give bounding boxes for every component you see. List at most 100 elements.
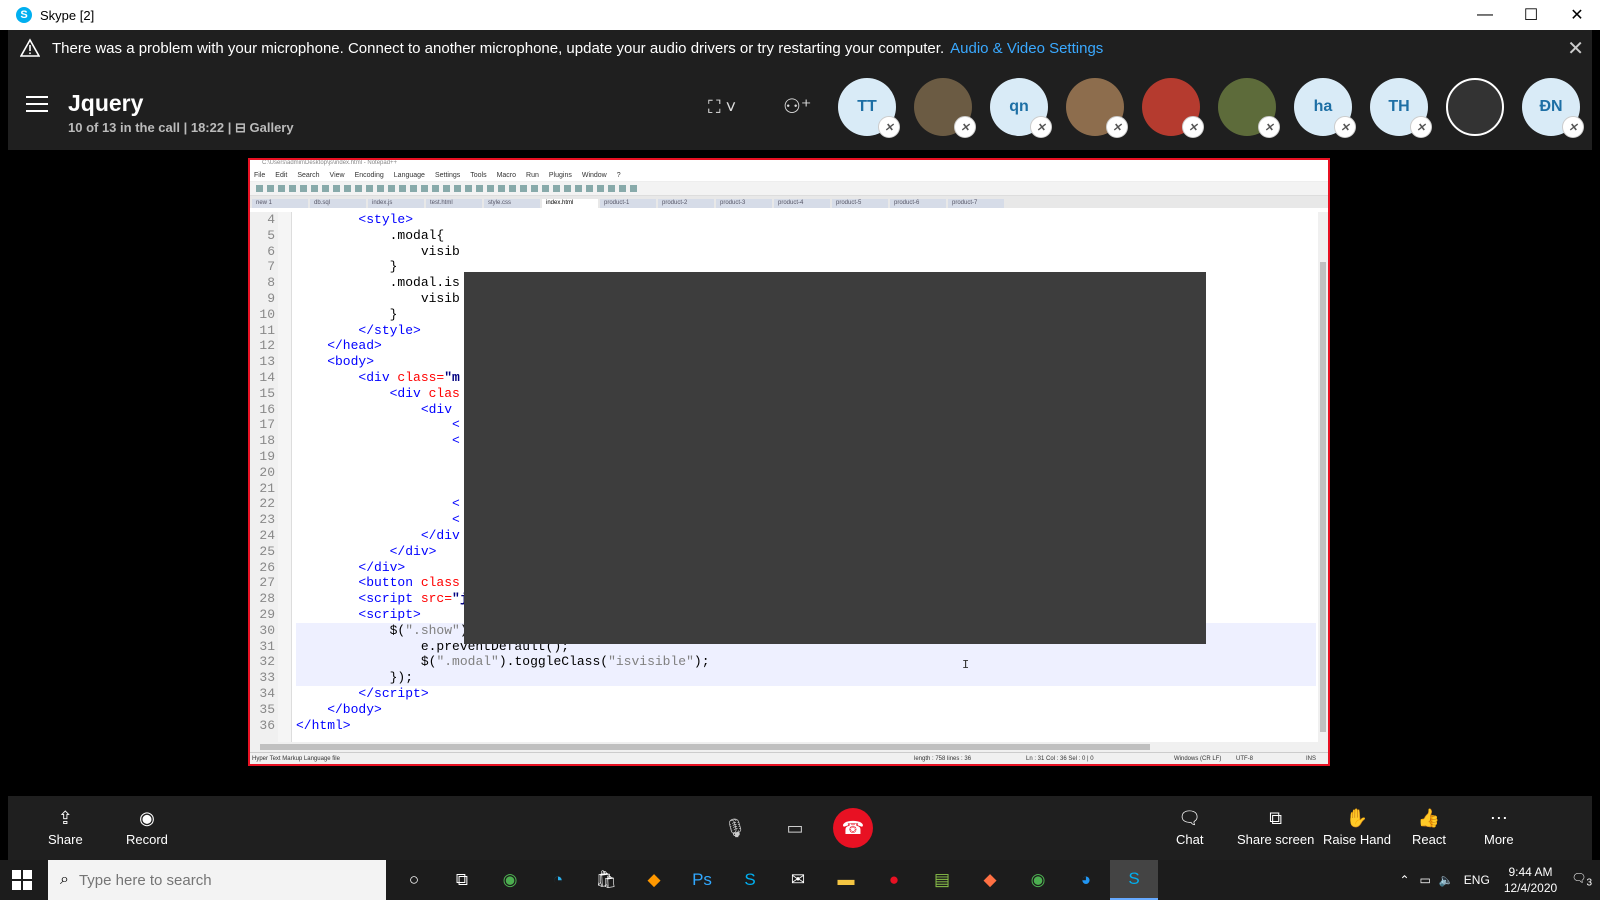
participant-avatar[interactable] <box>1446 78 1504 136</box>
obscured-region <box>464 272 1206 644</box>
call-name: Jquery <box>68 90 144 116</box>
notepad-title: C:\Users\admin\Desktop\js\index.html - N… <box>250 160 1328 170</box>
notepad-tabs: new 1 db.sql index.js test.html style.css ind… <box>250 196 1328 208</box>
participant-avatar[interactable]: TT ✕ <box>838 78 900 138</box>
mute-microphone-button[interactable]: 🎙 <box>715 808 755 848</box>
record-icon: ◉ <box>139 807 155 828</box>
firefox-icon[interactable]: ◕ <box>1062 860 1110 900</box>
share-icon: ⇪ <box>57 807 73 828</box>
call-controls: ⇪ Share ◉ Record 🎙 ▭ ☎ 🗨 Chat ⧉ Share screen… <box>8 796 1592 868</box>
chevron-up-icon[interactable]: ⌃ <box>1399 873 1409 887</box>
status-encoding: UTF-8 <box>1236 756 1253 762</box>
sublime-icon[interactable]: ◆ <box>630 860 678 900</box>
vertical-scrollbar[interactable] <box>1318 212 1328 742</box>
call-status: 10 of 13 in the call | 18:22 | <box>68 120 232 135</box>
shared-screen: C:\Users\admin\Desktop\js\index.html - N… <box>248 158 1330 766</box>
more-button[interactable]: ⋯ More <box>1484 804 1514 848</box>
skype-call-window: There was a problem with your microphone… <box>8 30 1592 868</box>
language-indicator[interactable]: ENG <box>1464 873 1490 887</box>
windows-start-icon[interactable] <box>12 870 32 890</box>
status-length: length : 758 lines : 36 <box>914 756 972 762</box>
react-button[interactable]: 👍 React <box>1412 804 1446 848</box>
file-explorer-icon[interactable]: ▬ <box>822 860 870 900</box>
status-file-type: Hyper Text Markup Language file <box>252 756 340 762</box>
shared-screen-stage: C:\Users\admin\Desktop\js\index.html - N… <box>8 150 1592 868</box>
more-icon: ⋯ <box>1489 807 1508 828</box>
windows-taskbar: ⌕ ○ ⧉ ◉ ◔ 🛍 ◆ Ps S ✉ ▬ ● ▤ ◆ ◉ ◕ S ⌃ ▭ 🔈… <box>0 860 1600 900</box>
participant-avatar[interactable]: ✕ <box>1066 78 1128 138</box>
muted-icon: ✕ <box>1334 116 1356 138</box>
participant-avatar[interactable]: ✕ <box>914 78 976 138</box>
chat-button[interactable]: 🗨 Chat <box>1176 804 1203 848</box>
among-us-icon[interactable]: ● <box>870 860 918 900</box>
muted-icon: ✕ <box>878 116 900 138</box>
notepad-toolbar <box>250 182 1328 196</box>
hang-up-button[interactable]: ☎ <box>833 808 873 848</box>
raise-hand-button[interactable]: ✋ Raise Hand <box>1323 804 1391 848</box>
call-header: Jquery 10 of 13 in the call | 18:22 | ⊟ … <box>8 66 1592 150</box>
horizontal-scrollbar[interactable] <box>250 742 1328 752</box>
participant-avatar[interactable]: qn ✕ <box>990 78 1052 138</box>
view-mode-label[interactable]: Gallery <box>250 120 294 135</box>
taskbar-search[interactable]: ⌕ <box>48 860 386 900</box>
skype-active-icon[interactable]: S <box>1110 860 1158 900</box>
warning-message: There was a problem with your microphone… <box>52 39 945 57</box>
notepad-statusbar: Hyper Text Markup Language file length :… <box>250 752 1328 764</box>
participant-avatar[interactable]: TH ✕ <box>1370 78 1432 138</box>
toggle-video-button[interactable]: ▭ <box>775 808 815 848</box>
participant-avatar[interactable]: ✕ <box>1142 78 1204 138</box>
volume-icon[interactable]: 🔈 <box>1439 873 1454 887</box>
network-icon[interactable]: ▭ <box>1420 873 1431 887</box>
maximize-button[interactable]: ☐ <box>1508 0 1554 30</box>
fold-margin <box>278 212 292 742</box>
menu-icon[interactable] <box>26 96 48 114</box>
taskbar-apps: ○ ⧉ ◉ ◔ 🛍 ◆ Ps S ✉ ▬ ● ▤ ◆ ◉ ◕ S <box>390 860 1158 900</box>
muted-icon: ✕ <box>1106 116 1128 138</box>
photoshop-icon[interactable]: Ps <box>678 860 726 900</box>
muted-icon: ✕ <box>1410 116 1432 138</box>
hang-up-icon: ☎ <box>841 817 865 838</box>
participant-avatar[interactable]: ha ✕ <box>1294 78 1356 138</box>
participant-strip: TT ✕ ✕ qn ✕ ✕ ✕ ✕ ha ✕ TH ✕ ĐN ✕ <box>838 78 1598 138</box>
warning-icon <box>20 38 40 57</box>
git-icon[interactable]: ◆ <box>966 860 1014 900</box>
switch-view-button[interactable]: ⛶ ˅ <box>708 97 736 118</box>
mail-icon[interactable]: ✉ <box>774 860 822 900</box>
muted-icon: ✕ <box>954 116 976 138</box>
cortana-icon[interactable]: ○ <box>390 860 438 900</box>
add-participant-icon[interactable]: ⚇⁺ <box>783 94 812 119</box>
chrome-icon[interactable]: ◉ <box>1014 860 1062 900</box>
minimize-button[interactable]: — <box>1462 0 1508 30</box>
status-ins: INS <box>1306 756 1317 762</box>
task-view-icon[interactable]: ⧉ <box>438 860 486 900</box>
skype-logo-icon: S <box>16 7 32 23</box>
notepad-menu: File Edit Search View Encoding Language Settin… <box>250 170 1328 182</box>
search-icon: ⌕ <box>60 871 69 888</box>
muted-icon: ✕ <box>1030 116 1052 138</box>
notepad-plus-icon[interactable]: ▤ <box>918 860 966 900</box>
text-cursor-icon: I <box>962 658 970 672</box>
audio-video-settings-link[interactable]: Audio & Video Settings <box>950 40 1103 57</box>
participant-avatar[interactable]: ĐN ✕ <box>1522 78 1584 138</box>
close-button[interactable]: ✕ <box>1554 0 1600 30</box>
system-tray: ⌃ ▭ 🔈 ENG 9:44 AM 12/4/2020 🗨3 <box>1399 860 1600 900</box>
store-icon[interactable]: 🛍 <box>582 860 630 900</box>
record-button[interactable]: ◉ Record <box>126 804 168 848</box>
close-banner-icon[interactable]: ✕ <box>1567 36 1584 61</box>
share-screen-icon: ⧉ <box>1269 807 1283 828</box>
window-title: Skype [2] <box>40 7 95 23</box>
status-eol: Windows (CR LF) <box>1174 756 1222 762</box>
search-input[interactable] <box>78 871 359 889</box>
notifications-icon[interactable]: 🗨3 <box>1571 871 1592 888</box>
status-position: Ln : 31 Col : 36 Sel : 0 | 0 <box>1026 756 1094 762</box>
share-screen-button[interactable]: ⧉ Share screen <box>1237 804 1314 848</box>
skype-taskbar-icon[interactable]: S <box>726 860 774 900</box>
share-button[interactable]: ⇪ Share <box>48 804 83 848</box>
edge-icon[interactable]: ◔ <box>534 860 582 900</box>
chrome-icon[interactable]: ◉ <box>486 860 534 900</box>
participant-avatar[interactable]: ✕ <box>1218 78 1280 138</box>
clock[interactable]: 9:44 AM 12/4/2020 <box>1504 864 1557 896</box>
microphone-warning-banner: There was a problem with your microphone… <box>8 30 1592 66</box>
raise-hand-icon: ✋ <box>1345 807 1369 828</box>
microphone-off-icon: 🎙 <box>723 817 747 838</box>
